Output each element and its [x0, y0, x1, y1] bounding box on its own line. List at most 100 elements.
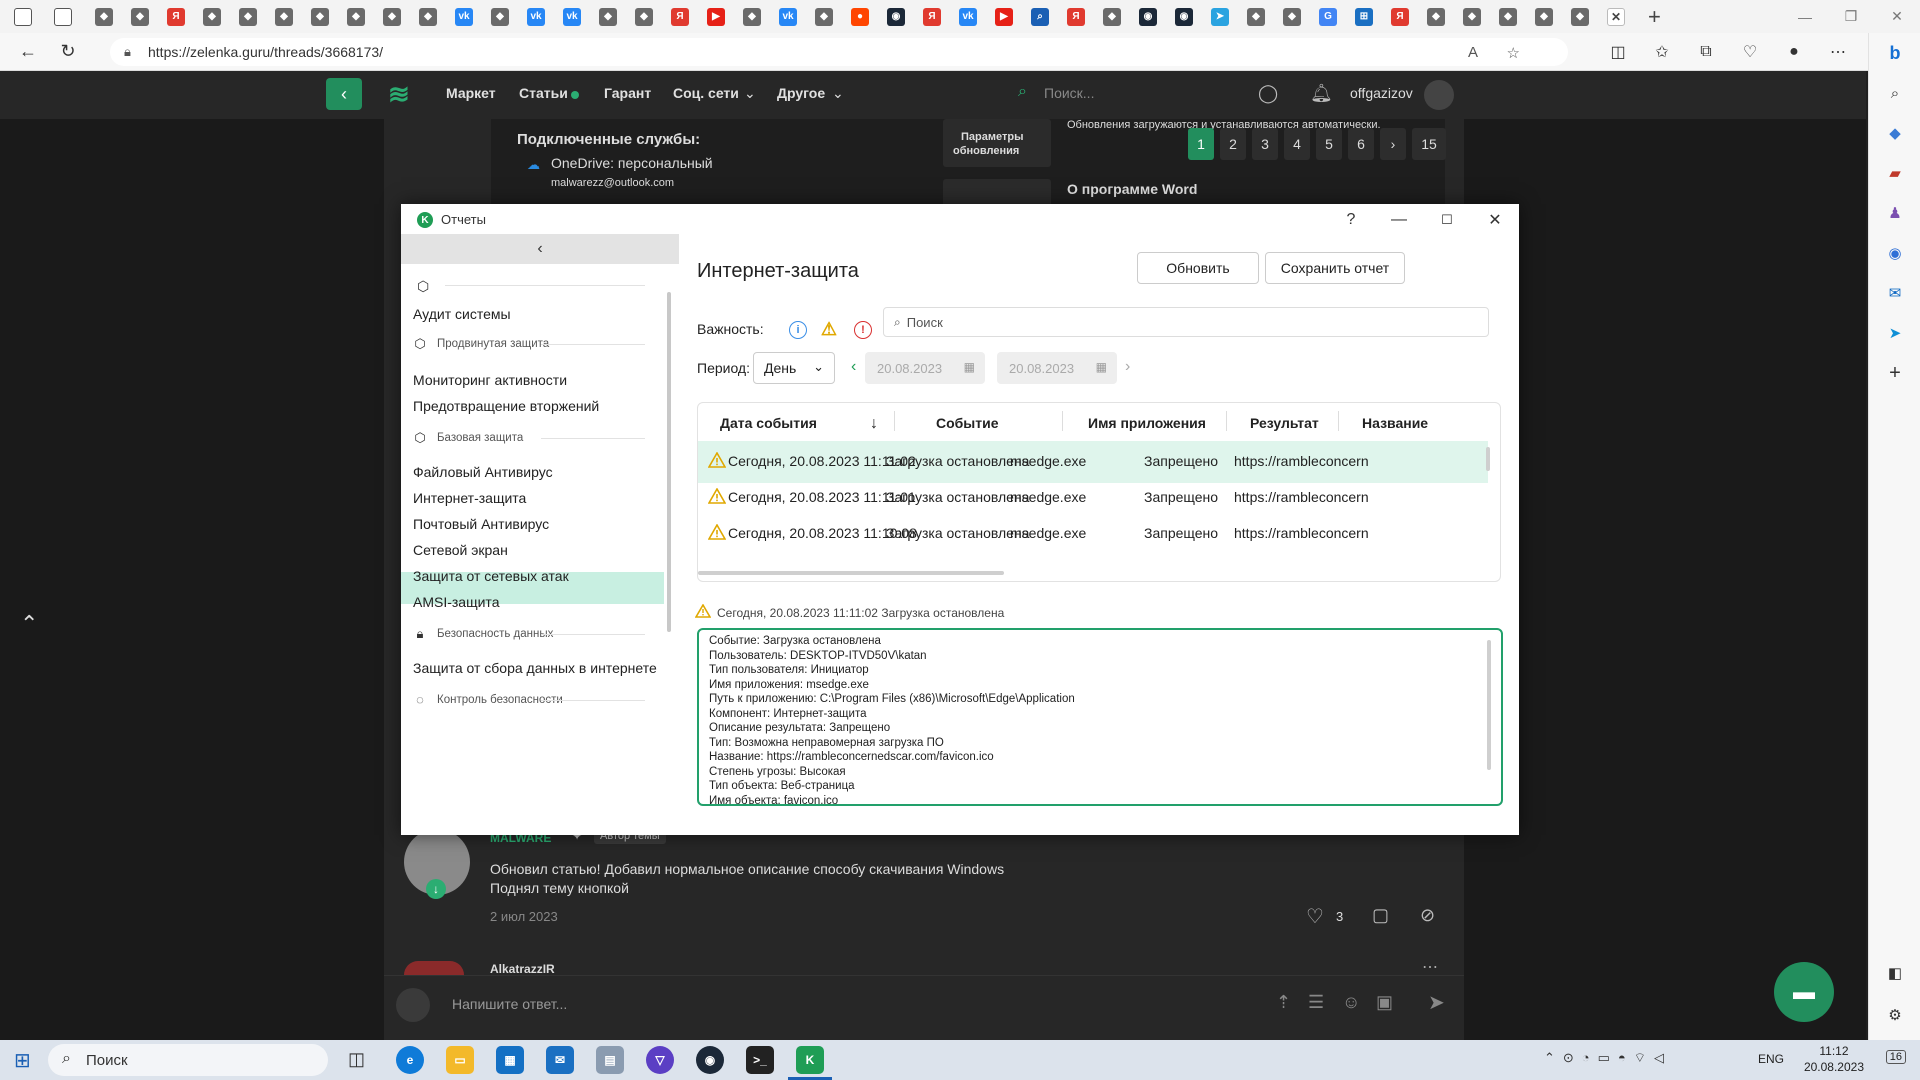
- browser-tab[interactable]: vk: [770, 7, 806, 26]
- nav-guarantor[interactable]: Гарант: [604, 85, 651, 101]
- page-link[interactable]: 4: [1284, 128, 1310, 160]
- nav-other[interactable]: Другое: [777, 85, 825, 101]
- details-scrollbar[interactable]: [1487, 640, 1491, 770]
- username[interactable]: offgazizov: [1350, 85, 1413, 101]
- app-icon[interactable]: ▤: [596, 1046, 624, 1074]
- favorite-star-icon[interactable]: ☆: [1507, 44, 1520, 62]
- workspaces-icon[interactable]: [14, 7, 32, 26]
- active-tab[interactable]: ✕: [1607, 7, 1625, 26]
- browser-essentials-icon[interactable]: ♡: [1728, 42, 1772, 62]
- browser-tab[interactable]: G: [1310, 7, 1346, 26]
- browser-tab[interactable]: ▶: [986, 7, 1022, 26]
- critical-severity-icon[interactable]: !: [854, 321, 872, 339]
- chat-bubble-icon[interactable]: ◯: [1258, 83, 1278, 104]
- browser-tab[interactable]: ▶: [698, 7, 734, 26]
- col-result[interactable]: Результат: [1250, 415, 1319, 431]
- browser-tab[interactable]: ◆: [1454, 7, 1490, 26]
- browser-tab[interactable]: ◆: [1274, 7, 1310, 26]
- save-report-button[interactable]: Сохранить отчет: [1265, 252, 1405, 284]
- page-link[interactable]: 5: [1316, 128, 1342, 160]
- tab-actions-icon[interactable]: [54, 7, 72, 26]
- table-hscrollbar[interactable]: [698, 571, 1004, 575]
- browser-tab[interactable]: ◆: [1238, 7, 1274, 26]
- tray-icons[interactable]: ⌃⊙◔▭◓⌔◁: [1544, 1050, 1672, 1066]
- outlook-icon[interactable]: ✉: [1869, 273, 1920, 313]
- games-icon[interactable]: ♟: [1869, 193, 1920, 233]
- restore-icon[interactable]: ❐: [1828, 0, 1874, 33]
- help-icon[interactable]: ?: [1331, 208, 1371, 232]
- browser-tab[interactable]: vk: [554, 7, 590, 26]
- reply-input[interactable]: Напишите ответ...: [452, 996, 567, 1012]
- browser-tab[interactable]: ◆: [1526, 7, 1562, 26]
- browser-tab[interactable]: Я: [158, 7, 194, 26]
- shopping-tag-icon[interactable]: ◆: [1869, 113, 1920, 153]
- browser-tab[interactable]: ⊞: [1346, 7, 1382, 26]
- browser-tab[interactable]: Я: [1382, 7, 1418, 26]
- period-select[interactable]: День ⌄: [753, 352, 835, 384]
- update-params-tile[interactable]: Параметры обновления: [943, 119, 1051, 167]
- sidebar-item[interactable]: Файловый Антивирус: [413, 464, 553, 480]
- add-sidebar-app-icon[interactable]: +: [1869, 353, 1920, 393]
- sidebar-item[interactable]: Сетевой экран: [413, 542, 508, 558]
- table-scrollbar[interactable]: [1486, 447, 1490, 471]
- page-link[interactable]: 2: [1220, 128, 1246, 160]
- col-app[interactable]: Имя приложения: [1088, 415, 1206, 431]
- nav-social[interactable]: Соц. сети: [673, 85, 739, 101]
- browser-tab[interactable]: ◉: [1130, 7, 1166, 26]
- minimize-icon[interactable]: —: [1379, 208, 1419, 232]
- nav-market[interactable]: Маркет: [446, 85, 496, 101]
- read-aloud-icon[interactable]: A: [1468, 44, 1478, 61]
- clock[interactable]: 11:12 20.08.2023: [1804, 1043, 1864, 1075]
- taskbar-search[interactable]: ⌕ Поиск: [48, 1044, 328, 1076]
- browser-tab[interactable]: Я: [1058, 7, 1094, 26]
- language-indicator[interactable]: ENG: [1758, 1052, 1784, 1066]
- info-severity-icon[interactable]: i: [789, 321, 807, 339]
- drop-icon[interactable]: ➤: [1869, 313, 1920, 353]
- col-name[interactable]: Название: [1362, 415, 1428, 431]
- task-view-icon[interactable]: ◫: [348, 1049, 365, 1070]
- refresh-icon[interactable]: ↻: [48, 33, 88, 71]
- address-bar[interactable]: 🔒︎ https://zelenka.guru/threads/3668173/…: [110, 38, 1568, 66]
- back-button[interactable]: ‹: [326, 78, 362, 110]
- col-event[interactable]: Событие: [936, 415, 999, 431]
- site-logo-icon[interactable]: ≋: [388, 79, 422, 109]
- site-search-input[interactable]: Поиск...: [1044, 85, 1094, 101]
- hide-icon[interactable]: ⊘: [1420, 905, 1435, 926]
- sidebar-scrollbar[interactable]: [667, 292, 671, 632]
- send-icon[interactable]: ➤: [1428, 990, 1445, 1015]
- browser-tab[interactable]: ◆: [482, 7, 518, 26]
- browser-tab[interactable]: ◆: [590, 7, 626, 26]
- steam-app-icon[interactable]: ◉: [696, 1046, 724, 1074]
- emoji-icon[interactable]: ☺: [1342, 992, 1360, 1013]
- chat-fab-icon[interactable]: ▬: [1774, 962, 1834, 1022]
- sidebar-item[interactable]: Защита от сетевых атак: [413, 568, 569, 584]
- browser-tab[interactable]: ◆: [626, 7, 662, 26]
- reply-icon[interactable]: ▢: [1372, 905, 1389, 926]
- notifications-badge[interactable]: 16: [1885, 1050, 1906, 1064]
- warning-severity-icon[interactable]: ⚠: [819, 319, 839, 339]
- post-menu-icon[interactable]: ⋯: [1422, 957, 1438, 977]
- report-search-input[interactable]: ⌕ Поиск: [883, 307, 1489, 337]
- browser-tab[interactable]: ◆: [1418, 7, 1454, 26]
- browser-tab[interactable]: vk: [446, 7, 482, 26]
- browser-tab[interactable]: ◉: [878, 7, 914, 26]
- browser-tab[interactable]: ◆: [1094, 7, 1130, 26]
- date-from-field[interactable]: 20.08.2023 ▦: [865, 352, 985, 384]
- page-link[interactable]: 1: [1188, 128, 1214, 160]
- browser-tab[interactable]: ◆: [122, 7, 158, 26]
- bell-icon[interactable]: 🔔︎: [1310, 83, 1333, 104]
- browser-tab[interactable]: ◆: [1562, 7, 1598, 26]
- page-link[interactable]: 3: [1252, 128, 1278, 160]
- browser-tab[interactable]: ◆: [86, 7, 122, 26]
- browser-tab[interactable]: ➤: [1202, 7, 1238, 26]
- prev-period-icon[interactable]: ‹: [851, 358, 856, 376]
- scroll-top-icon[interactable]: ⌃: [20, 611, 38, 637]
- browser-tab[interactable]: ◆: [374, 7, 410, 26]
- more-menu-icon[interactable]: ⋯: [1816, 42, 1860, 62]
- kaspersky-app-icon[interactable]: K: [796, 1046, 824, 1074]
- refresh-button[interactable]: Обновить: [1137, 252, 1259, 284]
- browser-tab[interactable]: ◉: [1166, 7, 1202, 26]
- profile-avatar[interactable]: ●: [1772, 43, 1816, 61]
- browser-tab[interactable]: ●: [842, 7, 878, 26]
- mail-app-icon[interactable]: ✉: [546, 1046, 574, 1074]
